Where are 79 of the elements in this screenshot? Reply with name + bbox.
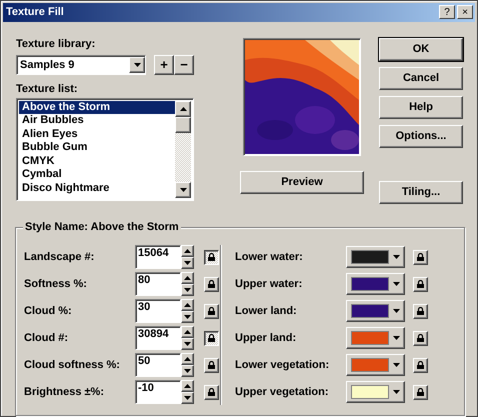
number-field[interactable]: -10 [135, 380, 181, 404]
list-item[interactable]: CMYK [19, 154, 175, 168]
color-picker-button[interactable] [346, 354, 405, 376]
texture-library-dropdown[interactable]: Samples 9 [16, 54, 146, 75]
lock-toggle[interactable] [204, 330, 219, 346]
number-field[interactable]: 30894 [135, 326, 181, 350]
scroll-thumb[interactable] [175, 116, 191, 133]
color-picker-button[interactable] [346, 327, 405, 350]
list-item[interactable]: Air Bubbles [19, 114, 175, 128]
texture-listbox[interactable]: Above the Storm Air Bubbles Alien Eyes Bubble Gum CMYK Cymbal Disco Nightmare [16, 98, 194, 201]
spin-buttons[interactable] [181, 380, 194, 404]
list-item[interactable]: Bubble Gum [19, 141, 175, 155]
tiling-button[interactable]: Tiling... [379, 180, 463, 204]
dropdown-arrow-icon [134, 62, 140, 67]
dialog-button[interactable]: Help [379, 96, 463, 119]
number-field[interactable]: 50 [135, 353, 181, 378]
parameter-label: Cloud %: [24, 305, 73, 318]
dropdown-arrow-icon [393, 336, 400, 340]
style-name-legend: Style Name: Above the Storm [23, 221, 181, 234]
parameter-label: Brightness ±%: [24, 386, 105, 398]
lock-toggle[interactable] [204, 250, 219, 265]
lock-icon [417, 253, 424, 262]
spin-buttons[interactable] [181, 272, 194, 296]
lock-icon [417, 361, 424, 370]
dropdown-arrow-icon [393, 390, 400, 394]
lock-icon [417, 334, 424, 342]
list-item[interactable]: Disco Nightmare [19, 182, 175, 196]
down-arrow-icon [180, 188, 186, 192]
color-label: Lower water: [235, 251, 304, 264]
lock-icon [417, 280, 424, 288]
parameter-label: Landscape #: [24, 251, 96, 264]
lock-icon [208, 280, 215, 288]
dialog-button[interactable]: OK [379, 38, 463, 61]
texture-list-label: Texture list: [16, 82, 78, 95]
number-field[interactable]: 80 [135, 272, 181, 296]
color-label: Upper water: [235, 278, 304, 290]
number-field[interactable]: 30 [135, 299, 181, 324]
color-label: Upper vegetation: [235, 386, 330, 398]
dialog-button[interactable]: Options... [379, 124, 463, 148]
parameter-label: Softness %: [24, 278, 88, 290]
color-picker-button[interactable] [346, 300, 405, 322]
lock-icon [208, 253, 215, 262]
list-item[interactable]: Cymbal [19, 168, 175, 182]
preview-button[interactable]: Preview [240, 170, 364, 194]
dropdown-arrow-icon [393, 309, 400, 314]
color-label: Lower land: [235, 305, 298, 318]
scroll-up-button[interactable] [175, 100, 191, 117]
close-button[interactable]: × [457, 5, 473, 20]
color-picker-button[interactable] [346, 273, 405, 296]
dropdown-arrow-icon [393, 255, 400, 260]
number-field[interactable]: 15064 [135, 245, 181, 270]
color-picker-button[interactable] [346, 246, 405, 268]
window-title: Texture Fill [6, 6, 65, 18]
dropdown-arrow-icon [393, 282, 400, 286]
lock-icon [208, 388, 215, 396]
spin-buttons[interactable] [181, 326, 194, 350]
scroll-down-button[interactable] [175, 182, 191, 198]
spin-buttons[interactable] [181, 299, 194, 324]
list-item[interactable]: Above the Storm [19, 100, 175, 114]
color-picker-button[interactable] [346, 381, 405, 404]
list-item[interactable]: Alien Eyes [19, 128, 175, 142]
lock-icon [417, 307, 424, 316]
up-arrow-icon [180, 106, 186, 111]
remove-library-button[interactable]: − [174, 54, 194, 75]
help-button[interactable]: ? [439, 5, 455, 20]
lock-icon [208, 334, 215, 342]
spin-buttons[interactable] [181, 353, 194, 378]
lock-icon [208, 361, 215, 370]
dropdown-arrow-icon [393, 363, 400, 368]
color-label: Upper land: [235, 332, 298, 344]
spin-buttons[interactable] [181, 245, 194, 270]
lock-icon [417, 388, 424, 396]
dialog-button[interactable]: Cancel [379, 66, 463, 90]
parameter-label: Cloud #: [24, 332, 69, 344]
color-label: Lower vegetation: [235, 359, 330, 372]
parameter-label: Cloud softness %: [24, 359, 121, 372]
add-library-button[interactable]: + [154, 54, 174, 75]
lock-icon [208, 307, 215, 316]
texture-library-label: Texture library: [16, 38, 96, 50]
